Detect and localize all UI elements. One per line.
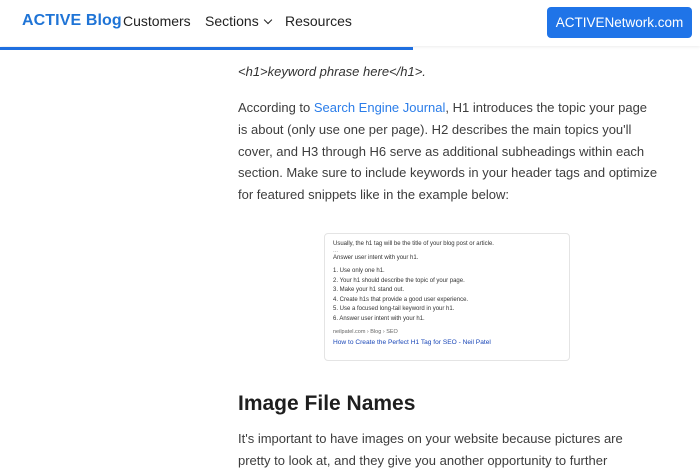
nav-sections[interactable]: Sections [205,13,272,29]
reading-progress-bar [0,47,413,50]
search-engine-journal-link[interactable]: Search Engine Journal [314,100,446,115]
chevron-down-icon [263,15,272,25]
top-navigation: ACTIVE Blog Customers Sections Resources… [0,0,700,46]
paragraph-header-tags: According to Search Engine Journal, H1 i… [238,97,658,206]
code-example: <h1>keyword phrase here</h1>. [238,64,426,79]
snippet-list-item: 3. Make your h1 stand out. [333,287,405,293]
snippet-source: neilpatel.com › Blog › SEO [333,329,398,335]
featured-snippet-image: Usually, the h1 tag will be the title of… [324,233,570,361]
snippet-title-link: How to Create the Perfect H1 Tag for SEO… [333,339,491,346]
snippet-list-item: 5. Use a focused long-tail keyword in yo… [333,306,455,312]
brand-logo[interactable]: ACTIVE Blog [22,12,122,30]
snippet-list-item: 1. Use only one h1. [333,268,385,274]
snippet-list-item: 4. Create h1s that provide a good user e… [333,296,469,303]
snippet-subhead: Answer user intent with your h1. [333,255,419,261]
nav-resources[interactable]: Resources [285,13,352,29]
paragraph-text: According to [238,100,314,115]
activenetwork-button[interactable]: ACTIVENetwork.com [547,7,692,38]
snippet-list: 1. Use only one h1. 2. Your h1 should de… [333,267,561,324]
section-heading: Image File Names [238,392,416,415]
paragraph-text: , H1 introduces the topic your page is a… [238,100,658,203]
paragraph-image-file-names: It's important to have images on your we… [238,431,623,468]
nav-customers[interactable]: Customers [123,13,191,29]
snippet-list-item: 2. Your h1 should describe the topic of … [333,277,465,284]
snippet-list-item: 6. Answer user intent with your h1. [333,315,425,322]
snippet-intro: Usually, the h1 tag will be the title of… [333,241,494,247]
nav-sections-label: Sections [205,13,259,29]
